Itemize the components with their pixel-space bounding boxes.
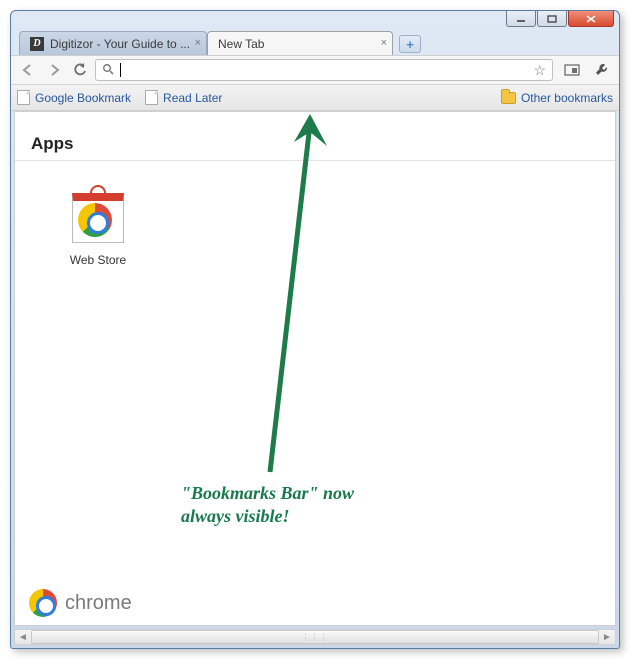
horizontal-scrollbar[interactable]: ◄ ⋮⋮⋮ ► [14,629,616,645]
chrome-logo-icon [29,589,57,617]
window-minimize-button[interactable] [506,11,536,27]
webstore-icon [66,179,130,243]
tab-label: New Tab [218,37,264,51]
tab-label: Digitizor - Your Guide to ... [50,37,190,51]
bookmark-label: Google Bookmark [35,91,131,105]
wrench-menu-button[interactable] [591,59,613,81]
scrollbar-thumb[interactable]: ⋮⋮⋮ [31,630,599,644]
apps-heading: Apps [15,112,615,161]
app-label: Web Store [43,253,153,267]
page-actions-button[interactable] [561,59,583,81]
favicon-digitizor-icon: D [30,37,44,51]
page-icon [145,90,158,105]
brand-label: chrome [65,592,132,615]
other-bookmarks-button[interactable]: Other bookmarks [501,91,613,105]
tab-background[interactable]: D Digitizor - Your Guide to ... × [19,31,207,55]
window-maximize-button[interactable] [537,11,567,27]
app-tile-webstore[interactable]: Web Store [43,179,153,267]
bookmark-item[interactable]: Google Bookmark [17,90,131,105]
window-close-button[interactable] [568,11,614,27]
page-icon [17,90,30,105]
tab-strip: D Digitizor - Your Guide to ... × New Ta… [11,29,619,55]
reload-button[interactable] [69,59,91,81]
back-button[interactable] [17,59,39,81]
tab-active[interactable]: New Tab × [207,31,393,55]
tab-close-icon[interactable]: × [381,37,387,49]
address-bar[interactable]: ☆ [95,59,553,81]
content-area: Apps Web Store "Bookmarks Bar" now alway… [14,111,616,626]
window-titlebar [11,11,619,29]
bookmarks-bar: Google Bookmark Read Later Other bookmar… [11,85,619,111]
annotation-text: "Bookmarks Bar" now always visible! [181,482,354,529]
chrome-brand: chrome [29,589,132,617]
browser-window: D Digitizor - Your Guide to ... × New Ta… [10,10,620,649]
annotation-arrow-icon [15,112,615,512]
tab-close-icon[interactable]: × [195,37,201,49]
folder-icon [501,92,516,104]
other-bookmarks-label: Other bookmarks [521,91,613,105]
scrollbar-track[interactable]: ⋮⋮⋮ [31,630,599,644]
forward-button[interactable] [43,59,65,81]
scroll-right-arrow-icon[interactable]: ► [599,630,615,644]
bookmark-item[interactable]: Read Later [145,90,222,105]
text-caret [120,63,121,77]
toolbar: ☆ [11,55,619,85]
bookmark-star-icon[interactable]: ☆ [533,62,546,79]
new-tab-button[interactable]: + [399,35,421,53]
bookmark-label: Read Later [163,91,222,105]
scroll-left-arrow-icon[interactable]: ◄ [15,630,31,644]
